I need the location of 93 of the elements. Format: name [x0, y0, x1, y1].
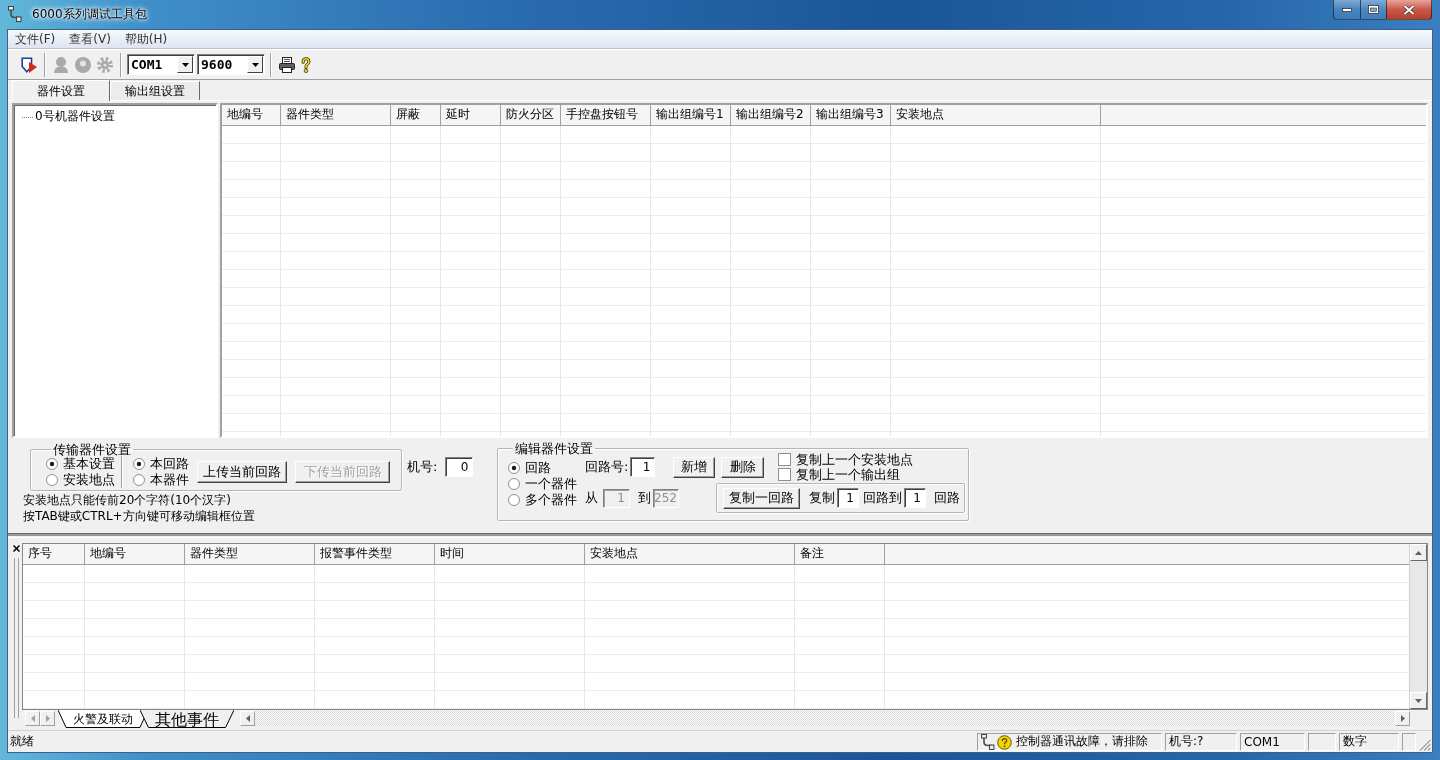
copy-to-label: 回路到 [863, 489, 902, 507]
column-header[interactable]: 报警事件类型 [315, 544, 435, 564]
radio-option[interactable]: 基本设置 [46, 455, 116, 472]
edit-action-button[interactable]: 删除 [721, 456, 765, 478]
minimize-button[interactable] [1333, 0, 1360, 20]
column-header[interactable]: 输出组编号1 [651, 105, 731, 125]
checkbox-option[interactable]: 复制上一个安装地点 [778, 452, 914, 467]
tab[interactable]: 器件设置 [12, 80, 110, 101]
machine-number-field[interactable]: 0 [445, 456, 474, 477]
scroll-left-button[interactable] [25, 711, 40, 726]
tree-item[interactable]: 0号机器件设置 [35, 108, 115, 124]
transfer-button[interactable]: 上传当前回路 [197, 460, 287, 483]
target-loop-field[interactable]: 1 [904, 488, 926, 508]
column-header[interactable]: 输出组编号2 [731, 105, 811, 125]
menu-item[interactable]: 查看(V) [62, 31, 118, 47]
group-title: 传输器件设置 [52, 442, 132, 457]
loop-number-label: 回路号: [585, 458, 629, 476]
hint-text: 安装地点只能传前20个字符(10个汉字) [23, 492, 232, 508]
shield-arrow-icon[interactable] [21, 56, 37, 73]
close-icon [1403, 4, 1415, 15]
maximize-icon [1368, 5, 1379, 14]
tree-line [22, 116, 33, 118]
printer-icon[interactable] [279, 56, 295, 73]
menu-item[interactable]: 文件(F) [8, 31, 63, 47]
menu-item[interactable]: 帮助(H) [117, 31, 175, 47]
column-header[interactable]: 备注 [795, 544, 885, 564]
minimize-icon [1342, 7, 1352, 12]
column-header[interactable]: 安装地点 [891, 105, 1101, 125]
column-header[interactable]: 地编号 [222, 105, 281, 125]
sheet-tab[interactable]: 其他事件 [140, 710, 234, 728]
column-header[interactable]: 地编号 [85, 544, 185, 564]
scroll-left-button[interactable] [240, 711, 255, 726]
right-triangle-icon [45, 715, 50, 722]
close-icon[interactable] [13, 545, 20, 552]
hint-text: 按TAB键或CTRL+方向键可移动编辑框位置 [23, 508, 256, 524]
column-header[interactable]: 输出组编号3 [811, 105, 891, 125]
status-pane [1308, 732, 1336, 751]
column-header[interactable]: 延时 [441, 105, 501, 125]
column-header[interactable]: 屏蔽 [391, 105, 441, 125]
column-header[interactable]: 器件类型 [281, 105, 391, 125]
edit-action-button[interactable]: 新增 [673, 456, 716, 478]
scroll-right-button[interactable] [40, 711, 55, 726]
range-to-label: 到 [638, 489, 651, 507]
vertical-scrollbar[interactable] [1409, 544, 1427, 709]
radio-option[interactable]: 本器件 [133, 471, 195, 488]
copy-loop-button[interactable]: 复制一回路 [723, 487, 800, 509]
maximize-button[interactable] [1360, 0, 1386, 20]
group-title: 编辑器件设置 [514, 441, 594, 456]
status-text: 控制器通讯故障，请排除 [1016, 733, 1148, 750]
down-triangle-icon [1415, 698, 1422, 703]
scroll-right-button[interactable] [1395, 711, 1410, 726]
right-triangle-icon [1400, 715, 1405, 722]
cable-icon [8, 6, 24, 22]
column-header[interactable]: 序号 [23, 544, 85, 564]
left-triangle-icon [30, 715, 35, 722]
dropdown-field[interactable]: COM1 [127, 54, 195, 75]
radio-option[interactable]: 安装地点 [46, 471, 116, 488]
radio-option[interactable]: 多个器件 [508, 492, 585, 508]
question-mark-icon[interactable] [301, 56, 311, 73]
column-header[interactable]: 时间 [435, 544, 585, 564]
up-triangle-icon [1415, 550, 1422, 555]
status-text: 数字 [1343, 733, 1367, 750]
column-header[interactable]: 安装地点 [585, 544, 795, 564]
dropdown-field[interactable]: 9600 [197, 54, 265, 75]
range-from-label: 从 [585, 489, 598, 507]
close-button[interactable] [1386, 0, 1432, 20]
checkbox-option[interactable]: 复制上一个输出组 [778, 467, 914, 482]
window-title: 6000系列调试工具包 [32, 6, 147, 22]
copy-label: 复制 [809, 489, 835, 507]
scroll-down-button[interactable] [1410, 692, 1427, 709]
machine-number-label: 机号: [407, 457, 438, 476]
horizontal-scrollbar[interactable] [255, 710, 1395, 726]
column-header[interactable]: 手控盘按钮号 [561, 105, 651, 125]
radio-option[interactable]: 本回路 [133, 455, 195, 472]
status-text: 机号:? [1169, 733, 1204, 750]
scroll-up-button[interactable] [1410, 544, 1427, 561]
status-text: COM1 [1244, 734, 1280, 749]
loop-number-field[interactable]: 1 [630, 457, 656, 477]
loop-unit-label: 回路 [934, 489, 960, 507]
tab[interactable]: 输出组设置 [110, 81, 200, 100]
column-header[interactable]: 防火分区 [501, 105, 561, 125]
radio-option[interactable]: 回路 [508, 460, 585, 476]
resize-grip-icon[interactable] [1419, 739, 1431, 751]
caret-down-icon [181, 62, 189, 67]
status-message: 就绪 [10, 733, 35, 750]
source-loop-field[interactable]: 1 [837, 488, 859, 508]
dropdown-button[interactable] [247, 56, 263, 73]
column-header[interactable]: 器件类型 [185, 544, 315, 564]
caret-down-icon [251, 62, 259, 67]
left-triangle-icon [245, 715, 250, 722]
dropdown-button[interactable] [177, 56, 193, 73]
status-pane [1402, 732, 1416, 751]
radio-option[interactable]: 一个器件 [508, 476, 585, 492]
